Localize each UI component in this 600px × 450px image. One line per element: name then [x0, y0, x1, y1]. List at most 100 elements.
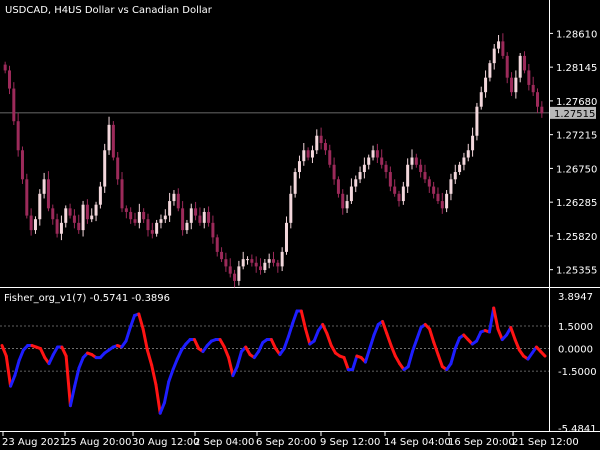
candle-bearish	[336, 179, 340, 194]
time-tick-label: 9 Sep 12:00	[320, 437, 380, 448]
candle-bearish	[211, 222, 215, 238]
candle-bullish	[484, 77, 488, 93]
price-tick-label: 1.25355	[556, 266, 597, 277]
candle-bearish	[111, 124, 115, 158]
candle-bullish	[302, 150, 306, 162]
candle-bullish	[367, 157, 371, 165]
candle-bearish	[523, 55, 527, 71]
candle-bullish	[492, 48, 496, 64]
candle-bullish	[349, 186, 353, 202]
candle-bearish	[46, 179, 50, 209]
candle-bearish	[250, 259, 254, 263]
candle-bearish	[380, 157, 384, 165]
candle-bullish	[406, 164, 410, 187]
candle-bullish	[475, 106, 479, 136]
candle-bearish	[341, 193, 345, 209]
candle-bearish	[12, 88, 16, 122]
candle-bearish	[228, 266, 232, 274]
candle-bullish	[159, 219, 163, 223]
candle-bullish	[371, 150, 375, 158]
candle-bearish	[527, 70, 531, 85]
time-tick-label: 2 Sep 04:00	[194, 437, 254, 448]
candle-bullish	[172, 193, 176, 202]
price-tick-label: 1.26750	[556, 164, 597, 175]
candle-bullish	[280, 251, 284, 267]
candle-bearish	[116, 157, 120, 180]
candle-bearish	[198, 215, 202, 223]
candle-bullish	[38, 193, 42, 220]
candle-bearish	[254, 262, 258, 267]
candle-bullish	[185, 222, 189, 231]
indicator-tick-label: 1.5000	[558, 322, 593, 333]
time-tick-label: 21 Sep 12:00	[512, 437, 579, 448]
candle-bullish	[241, 259, 245, 267]
current-price-label: 1.27515	[554, 109, 595, 120]
candle-bullish	[479, 92, 483, 107]
candle-bullish	[33, 219, 37, 231]
candle-bearish	[531, 84, 535, 93]
candle-bullish	[471, 135, 475, 151]
time-tick-label: 30 Aug 12:00	[132, 437, 199, 448]
candle-bullish	[246, 259, 250, 261]
candle-bullish	[354, 179, 358, 187]
candle-bearish	[384, 164, 388, 173]
candle-bullish	[94, 204, 98, 216]
candle-bearish	[133, 219, 137, 223]
candle-bearish	[510, 77, 514, 93]
candle-bullish	[81, 204, 85, 231]
candle-bullish	[64, 208, 68, 223]
candle-bearish	[85, 204, 89, 220]
candle-bullish	[237, 266, 241, 281]
candle-bullish	[401, 186, 405, 202]
candle-bearish	[150, 230, 154, 234]
candle-bearish	[3, 64, 7, 71]
candle-bullish	[59, 222, 63, 234]
candle-bearish	[77, 222, 81, 231]
chart-canvas: 1.28610 1.28145 1.27680 1.27215 1.26750 1.262…	[0, 0, 600, 450]
candle-bearish	[375, 150, 379, 158]
candle-bearish	[20, 150, 24, 180]
time-tick-label: 14 Sep 04:00	[384, 437, 451, 448]
candle-bearish	[397, 193, 401, 202]
candle-bearish	[540, 106, 544, 114]
candle-bullish	[155, 222, 159, 234]
candle-bearish	[146, 219, 150, 231]
candle-bearish	[388, 172, 392, 187]
candle-bullish	[267, 259, 271, 263]
candle-bullish	[310, 150, 314, 158]
candle-bullish	[293, 172, 297, 194]
candle-bullish	[289, 193, 293, 223]
candle-bullish	[168, 201, 172, 216]
time-tick-label: 25 Aug 20:00	[64, 437, 131, 448]
candle-bullish	[98, 186, 102, 205]
candle-bearish	[436, 193, 440, 202]
candle-bullish	[358, 172, 362, 180]
candle-bearish	[194, 208, 198, 216]
candle-bullish	[263, 262, 267, 271]
candle-bearish	[323, 143, 327, 151]
price-tick-label: 1.27680	[556, 97, 597, 108]
candle-bullish	[410, 157, 414, 165]
chart-title: US Dollar vs Canadian Dollar	[68, 5, 213, 16]
candle-bearish	[215, 237, 219, 252]
candle-bearish	[55, 219, 59, 234]
candle-bearish	[432, 186, 436, 194]
candle-bearish	[419, 164, 423, 173]
candle-bearish	[319, 135, 323, 143]
candle-bearish	[220, 251, 224, 260]
time-tick-label: 16 Sep 20:00	[448, 437, 515, 448]
candle-bullish	[103, 150, 107, 187]
candle-bearish	[25, 179, 29, 216]
price-tick-label: 1.28610	[556, 29, 597, 40]
candle-bullish	[284, 222, 288, 252]
candle-bearish	[7, 70, 11, 89]
candle-bullish	[518, 55, 522, 78]
candle-bullish	[488, 63, 492, 78]
candle-bullish	[466, 150, 470, 158]
price-tick-label: 1.27215	[556, 131, 597, 142]
candle-bullish	[42, 179, 46, 194]
candle-bearish	[124, 208, 128, 212]
candle-bullish	[189, 208, 193, 223]
candle-bearish	[176, 193, 180, 209]
candle-bearish	[328, 150, 332, 165]
